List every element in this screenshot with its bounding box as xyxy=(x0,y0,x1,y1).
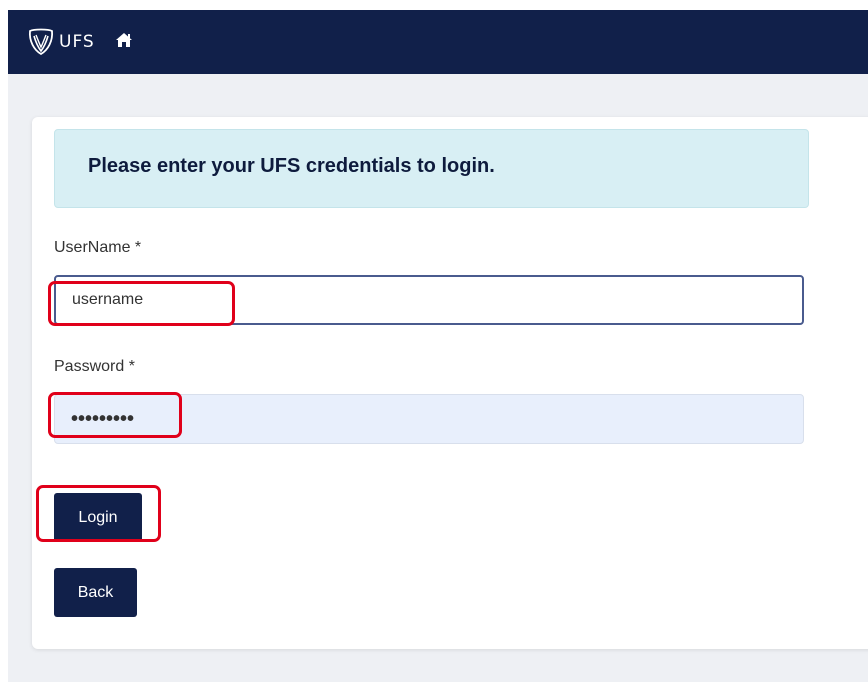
login-button[interactable]: Login xyxy=(54,493,142,542)
username-label: UserName * xyxy=(54,239,142,256)
back-button[interactable]: Back xyxy=(54,568,137,617)
password-input[interactable] xyxy=(54,394,804,444)
ufs-shield-icon xyxy=(26,27,56,57)
brand-name: UFS xyxy=(59,32,95,52)
info-alert: Please enter your UFS credentials to log… xyxy=(54,129,809,208)
password-label: Password * xyxy=(54,358,135,375)
top-navbar: UFS xyxy=(8,10,868,74)
home-icon xyxy=(115,32,133,53)
app-window: UFS Please enter your UFS credentials to… xyxy=(8,10,868,682)
username-input[interactable] xyxy=(54,275,804,325)
home-link[interactable] xyxy=(115,32,133,53)
login-card: Please enter your UFS credentials to log… xyxy=(32,117,868,649)
brand-logo[interactable]: UFS xyxy=(26,27,95,57)
page: UFS Please enter your UFS credentials to… xyxy=(0,0,868,682)
